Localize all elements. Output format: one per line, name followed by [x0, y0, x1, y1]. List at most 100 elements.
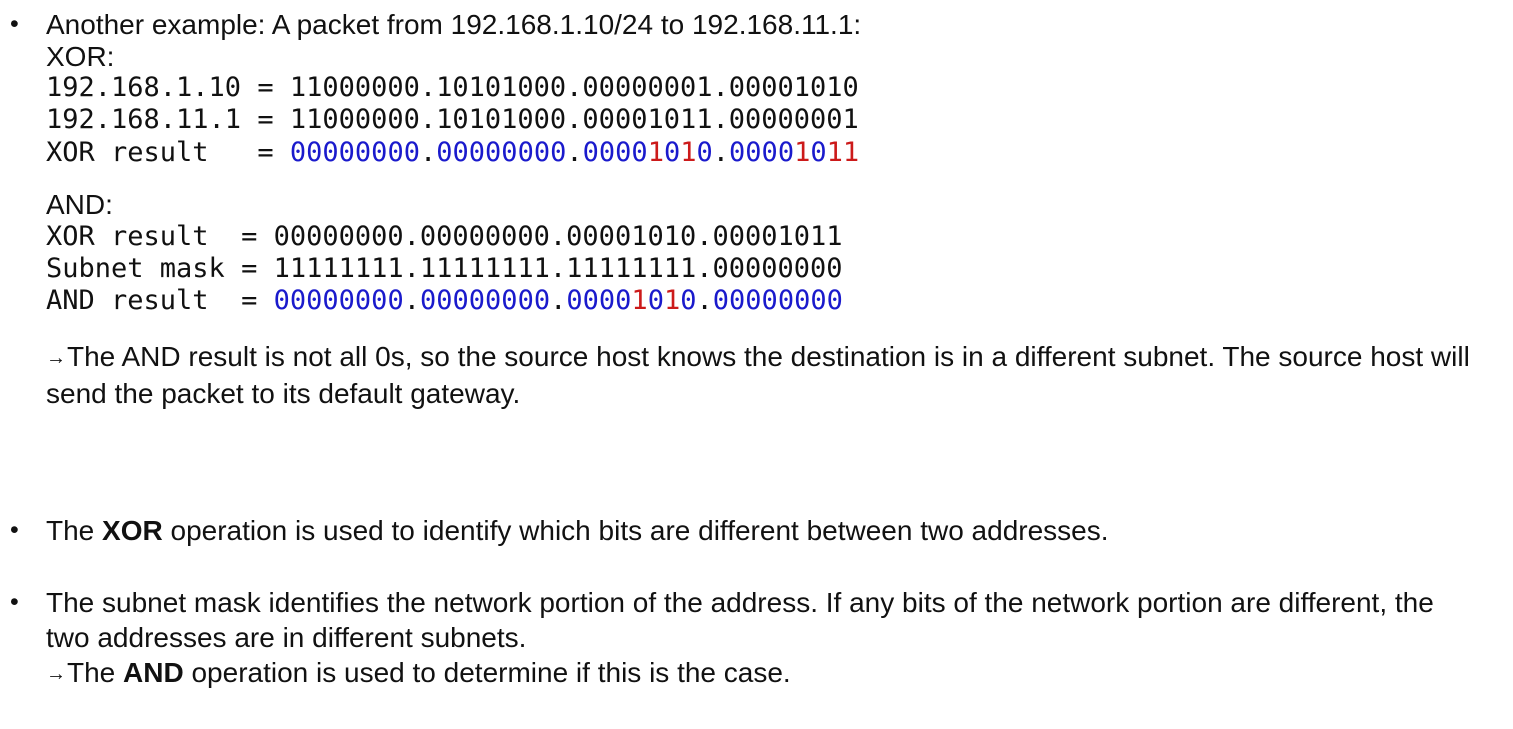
xor-desc-pre: The: [46, 515, 103, 546]
bit-zero: 0: [663, 136, 681, 168]
bit-zero: 0: [533, 136, 551, 168]
bit-zero: 0: [582, 285, 599, 317]
bit-one: 1: [826, 136, 843, 168]
xor-result-bits: 00000000.00000000.00001010.00001011: [290, 137, 859, 168]
bullet-example-body: Another example: A packet from 192.168.1…: [46, 7, 1486, 411]
arrow-right-icon: →: [46, 346, 66, 369]
slide: • Another example: A packet from 192.168…: [0, 0, 1513, 729]
bit-zero: 0: [322, 136, 339, 168]
bit-zero: 0: [452, 285, 469, 317]
bit-one: 1: [794, 136, 811, 168]
bit-zero: 0: [777, 136, 795, 168]
bit-zero: 0: [485, 136, 502, 168]
bit-zero: 0: [550, 136, 567, 168]
bit-zero: 0: [354, 136, 372, 168]
bit-zero: 0: [306, 285, 323, 317]
bit-one: 1: [680, 136, 697, 168]
bit-zero: 0: [729, 136, 746, 168]
bit-zero: 0: [517, 136, 534, 168]
octet-separator: .: [403, 285, 420, 317]
and-result-bits: 00000000.00000000.00001010.00000000: [274, 285, 843, 316]
bit-zero: 0: [289, 136, 307, 168]
bit-zero: 0: [501, 136, 518, 168]
bit-zero: 0: [436, 136, 453, 168]
bit-zero: 0: [533, 285, 551, 317]
and-result-line: AND result = 00000000.00000000.00001010.…: [46, 285, 1486, 317]
octet-separator: .: [566, 136, 583, 168]
octet-separator: .: [712, 136, 730, 168]
bit-zero: 0: [468, 285, 486, 317]
bit-zero: 0: [306, 136, 323, 168]
bullet-xor-body: The XOR operation is used to identify wh…: [46, 513, 1486, 548]
subnet-mask-desc: The subnet mask identifies the network p…: [46, 587, 1434, 653]
bit-zero: 0: [419, 285, 437, 317]
bullet-subnet-mask-body: The subnet mask identifies the network p…: [46, 585, 1486, 690]
bit-zero: 0: [826, 285, 843, 317]
bit-zero: 0: [371, 285, 388, 317]
bit-zero: 0: [647, 285, 664, 317]
bit-zero: 0: [289, 285, 307, 317]
bit-zero: 0: [712, 285, 730, 317]
bit-zero: 0: [598, 136, 616, 168]
bit-zero: 0: [338, 136, 355, 168]
bit-zero: 0: [761, 136, 778, 168]
bit-one: 1: [647, 136, 664, 168]
and-desc-pre: The: [67, 657, 124, 688]
bit-zero: 0: [794, 285, 811, 317]
bit-zero: 0: [501, 285, 518, 317]
bit-zero: 0: [436, 285, 453, 317]
bit-zero: 0: [598, 285, 616, 317]
bullet-dot-icon: •: [10, 588, 19, 616]
bit-zero: 0: [615, 136, 632, 168]
bit-zero: 0: [468, 136, 486, 168]
bit-one: 1: [842, 136, 860, 168]
bit-zero: 0: [729, 285, 746, 317]
bit-zero: 0: [485, 285, 502, 317]
bit-one: 1: [631, 285, 648, 317]
octet-separator: .: [696, 285, 713, 317]
bit-zero: 0: [696, 136, 713, 168]
xor-result-line: XOR result = 00000000.00000000.00001010.…: [46, 137, 1486, 169]
xor-desc-post: operation is used to identify which bits…: [162, 515, 1109, 546]
bit-zero: 0: [338, 285, 355, 317]
example-intro: Another example: A packet from 192.168.1…: [46, 9, 862, 40]
and-desc-post: operation is used to determine if this i…: [183, 657, 791, 688]
bit-zero: 0: [615, 285, 632, 317]
bullet-dot-icon: •: [10, 516, 19, 544]
bit-zero: 0: [631, 136, 648, 168]
xor-line-source: 192.168.1.10 = 11000000.10101000.0000000…: [46, 72, 859, 103]
xor-heading: XOR:: [46, 41, 115, 72]
bit-zero: 0: [387, 285, 404, 317]
and-heading: AND:: [46, 188, 113, 220]
bit-zero: 0: [745, 285, 762, 317]
conclusion-text: →The AND result is not all 0s, so the so…: [46, 339, 1476, 411]
octet-separator: .: [419, 136, 437, 168]
bit-zero: 0: [680, 285, 697, 317]
bit-zero: 0: [777, 285, 795, 317]
conclusion-sentence: The AND result is not all 0s, so the sou…: [46, 340, 1470, 409]
xor-line-destination: 192.168.11.1 = 11000000.10101000.0000101…: [46, 104, 859, 136]
and-line-subnet-mask: Subnet mask = 11111111.11111111.11111111…: [46, 253, 843, 285]
bit-one: 1: [663, 285, 681, 317]
and-result-label: AND result =: [46, 285, 274, 317]
bit-zero: 0: [745, 136, 762, 168]
bit-zero: 0: [354, 285, 372, 317]
xor-result-label: XOR result =: [46, 136, 290, 168]
bit-zero: 0: [517, 285, 534, 317]
bit-zero: 0: [566, 285, 583, 317]
bit-zero: 0: [371, 136, 388, 168]
bit-zero: 0: [403, 136, 420, 168]
bit-zero: 0: [273, 285, 290, 317]
bit-zero: 0: [387, 136, 404, 168]
bit-zero: 0: [810, 136, 827, 168]
bit-zero: 0: [810, 285, 827, 317]
and-line-xor-result: XOR result = 00000000.00000000.00001010.…: [46, 220, 843, 252]
bullet-dot-icon: •: [10, 10, 19, 38]
xor-keyword: XOR: [102, 515, 163, 546]
bit-zero: 0: [582, 136, 599, 168]
bit-zero: 0: [452, 136, 469, 168]
and-keyword: AND: [123, 657, 184, 688]
arrow-right-icon: →: [46, 663, 66, 685]
bit-zero: 0: [761, 285, 778, 317]
bit-zero: 0: [322, 285, 339, 317]
